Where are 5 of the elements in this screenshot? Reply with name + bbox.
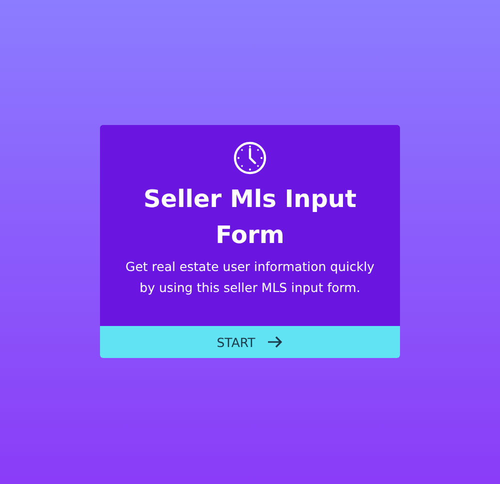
form-description: Get real estate user information quickly by using this seller MLS input form. [124,258,376,297]
arrow-right-icon [267,336,284,348]
form-title: Seller Mls Input Form [142,184,358,251]
clock-icon [233,141,267,175]
start-button[interactable]: START [100,326,400,358]
